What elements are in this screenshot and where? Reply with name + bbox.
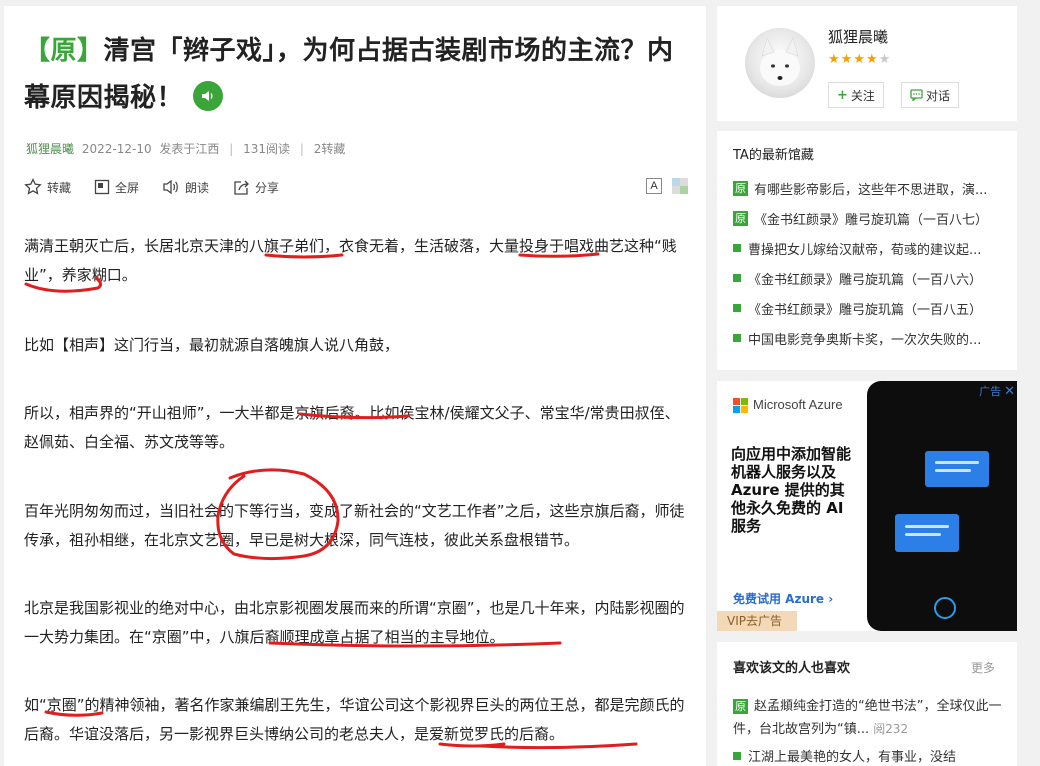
original-badge: 原 bbox=[733, 180, 748, 196]
read-aloud-label: 朗读 bbox=[185, 180, 210, 195]
share-button[interactable]: 分享 bbox=[233, 177, 279, 197]
arctic-fox-avatar-image bbox=[760, 37, 800, 86]
bullet-icon bbox=[733, 274, 741, 282]
star-icon: ★ bbox=[865, 52, 878, 67]
read-count: 阅232 bbox=[873, 722, 909, 736]
list-item[interactable]: 《金书红颜录》雕弓旋玑篇（一百八五） bbox=[733, 293, 1009, 323]
paragraph: 百年光阴匆匆而过，当旧社会的下等行当，变成了新社会的“文艺工作者”之后，这些京旗… bbox=[24, 502, 685, 549]
list-item[interactable]: 江湖上最美艳的女人，有事业，没结 bbox=[733, 746, 1003, 765]
follow-button[interactable]: + 关注 bbox=[828, 82, 884, 108]
panel-title: 喜欢该文的人也喜欢 bbox=[733, 661, 851, 676]
speaker-icon[interactable] bbox=[193, 80, 224, 111]
list-item[interactable]: 原有哪些影帝影后，这些年不思进取，演... bbox=[733, 173, 1009, 203]
more-link[interactable]: 更多 bbox=[971, 659, 995, 676]
meta-author-link[interactable]: 狐狸晨曦 bbox=[26, 142, 74, 156]
share-label: 分享 bbox=[255, 180, 280, 195]
plus-icon: + bbox=[837, 87, 848, 103]
list-item-title[interactable]: 江湖上最美艳的女人，有事业，没结 bbox=[748, 746, 956, 765]
original-badge: 原 bbox=[733, 699, 748, 714]
article-toolbar: 转藏 全屏 朗读 分享 A bbox=[24, 177, 688, 199]
paragraph: 比如【相声】这门行当，最初就源自落魄旗人说八角鼓， bbox=[24, 336, 400, 354]
microsoft-logo-icon bbox=[733, 398, 748, 413]
article-title: 【原】清宫「辫子戏」，为何占据古装剧市场的主流？内幕原因揭秘！ bbox=[24, 28, 684, 122]
star-icon: ★ bbox=[840, 52, 853, 67]
list-item[interactable]: 《金书红颜录》雕弓旋玑篇（一百八六） bbox=[733, 263, 1009, 293]
chat-bubble-icon bbox=[895, 514, 959, 552]
bullet-icon bbox=[733, 334, 741, 342]
close-icon[interactable]: ✕ bbox=[1004, 385, 1015, 398]
original-tag: 【原】 bbox=[24, 36, 104, 66]
advertisement[interactable]: 广告 ✕ Microsoft Azure 向应用中添加智能机器人服务以及 Azur… bbox=[717, 381, 1017, 631]
meta-date: 2022-12-10 bbox=[81, 142, 152, 156]
fullscreen-button[interactable]: 全屏 bbox=[94, 177, 139, 197]
list-item-title[interactable]: 《金书红颜录》雕弓旋玑篇（一百八五） bbox=[748, 299, 982, 318]
recommend-panel: 喜欢该文的人也喜欢 更多 原 赵孟頫纯金打造的“绝世书法”，全球仅此一件，台北故… bbox=[717, 642, 1017, 766]
chat-icon bbox=[910, 89, 923, 101]
chat-label: 对话 bbox=[926, 88, 951, 103]
star-icon: ★ bbox=[853, 52, 865, 67]
latest-list: 原有哪些影帝影后，这些年不思进取，演... 原《金书红颜录》雕弓旋玑篇（一百八七… bbox=[733, 173, 1009, 353]
rating-stars: ★ ★ ★ ★ ★ bbox=[828, 53, 890, 66]
theme-color-button[interactable] bbox=[672, 178, 688, 194]
list-item[interactable]: 曹操把女儿嫁给汉献帝，荀彧的建议起... bbox=[733, 233, 1009, 263]
article-title-text: 清宫「辫子戏」，为何占据古装剧市场的主流？内幕原因揭秘！ bbox=[24, 36, 674, 113]
half-star-icon: ★ bbox=[878, 52, 891, 67]
follow-label: 关注 bbox=[850, 88, 875, 103]
fullscreen-label: 全屏 bbox=[115, 180, 140, 195]
meta-reads: 131阅读 bbox=[243, 142, 291, 156]
meta-location: 发表于江西 bbox=[159, 142, 220, 156]
list-item[interactable]: 中国电影竞争奥斯卡奖，一次次失败的... bbox=[733, 323, 1009, 353]
list-item-title[interactable]: 《金书红颜录》雕弓旋玑篇（一百八七） bbox=[754, 209, 988, 228]
list-item[interactable]: 原 赵孟頫纯金打造的“绝世书法”，全球仅此一件，台北故宫列为“镇... 阅232 bbox=[733, 696, 1003, 741]
author-profile-card: 狐狸晨曦 ★ ★ ★ ★ ★ + 关注 对话 bbox=[717, 6, 1017, 121]
list-item-title[interactable]: 有哪些影帝影后，这些年不思进取，演... bbox=[754, 179, 987, 198]
list-item-title[interactable]: 赵孟頫纯金打造的“绝世书法”，全球仅此一件，台北故宫列为“镇... bbox=[733, 699, 1001, 737]
share-icon bbox=[234, 180, 249, 195]
bullet-icon bbox=[733, 244, 741, 252]
article-card: 【原】清宫「辫子戏」，为何占据古装剧市场的主流？内幕原因揭秘！ 狐狸晨曦 202… bbox=[4, 6, 706, 766]
divider: | bbox=[229, 142, 234, 156]
panel-title: TA的最新馆藏 bbox=[733, 148, 814, 163]
collect-label: 转藏 bbox=[47, 180, 72, 195]
latest-collection-panel: TA的最新馆藏 原有哪些影帝影后，这些年不思进取，演... 原《金书红颜录》雕弓… bbox=[717, 131, 1017, 370]
home-button-icon bbox=[934, 597, 956, 619]
bullet-icon bbox=[733, 751, 741, 760]
star-outline-icon bbox=[24, 178, 42, 195]
meta-reposts[interactable]: 2转藏 bbox=[314, 142, 346, 156]
divider: | bbox=[299, 142, 304, 156]
original-badge: 原 bbox=[733, 210, 748, 226]
list-item-title[interactable]: 《金书红颜录》雕弓旋玑篇（一百八六） bbox=[748, 269, 982, 288]
ad-cta-link[interactable]: 免费试用 Azure › bbox=[733, 590, 833, 607]
ad-close-button[interactable]: 广告 ✕ bbox=[979, 383, 1015, 399]
paragraph: 满清王朝灭亡后，长居北京天津的八旗子弟们，衣食无着，生活破落，大量投身于唱戏曲艺… bbox=[24, 237, 677, 284]
article-meta: 狐狸晨曦 2022-12-10 发表于江西 | 131阅读 | 2转藏 bbox=[26, 140, 345, 157]
paragraph: 所以，相声界的“开山祖师”，一大半都是京旗后裔。比如侯宝林/侯耀文父子、常宝华/… bbox=[24, 404, 680, 451]
list-item[interactable]: 原《金书红颜录》雕弓旋玑篇（一百八七） bbox=[733, 203, 1009, 233]
read-aloud-button[interactable]: 朗读 bbox=[162, 177, 209, 197]
avatar[interactable] bbox=[745, 28, 815, 98]
chat-button[interactable]: 对话 bbox=[901, 82, 960, 108]
font-size-button[interactable]: A bbox=[646, 178, 662, 194]
paragraph: 如“京圈”的精神领袖，著名作家兼编剧王先生，华谊公司这个影视界巨头的两位王总，都… bbox=[24, 696, 685, 743]
phone-illustration bbox=[867, 381, 1017, 631]
collect-button[interactable]: 转藏 bbox=[24, 177, 71, 197]
profile-name[interactable]: 狐狸晨曦 bbox=[828, 26, 888, 47]
ad-brand: Microsoft Azure bbox=[753, 397, 843, 412]
list-item-title[interactable]: 曹操把女儿嫁给汉献帝，荀彧的建议起... bbox=[748, 239, 981, 258]
ad-headline[interactable]: 向应用中添加智能机器人服务以及 Azure 提供的其他永久免费的 AI 服务 bbox=[731, 445, 851, 535]
star-icon: ★ bbox=[828, 52, 840, 67]
vip-remove-ad-button[interactable]: VIP去广告 bbox=[717, 611, 797, 631]
paragraph: 北京是我国影视业的绝对中心，由北京影视圈发展而来的所谓“京圈”，也是几十年来，内… bbox=[24, 599, 685, 646]
speaker-icon bbox=[163, 179, 178, 195]
list-item-title[interactable]: 中国电影竞争奥斯卡奖，一次次失败的... bbox=[748, 329, 981, 348]
bullet-icon bbox=[733, 304, 741, 312]
ad-label: 广告 bbox=[979, 385, 1002, 398]
fullscreen-icon bbox=[94, 179, 110, 195]
chat-bubble-icon bbox=[925, 451, 989, 487]
